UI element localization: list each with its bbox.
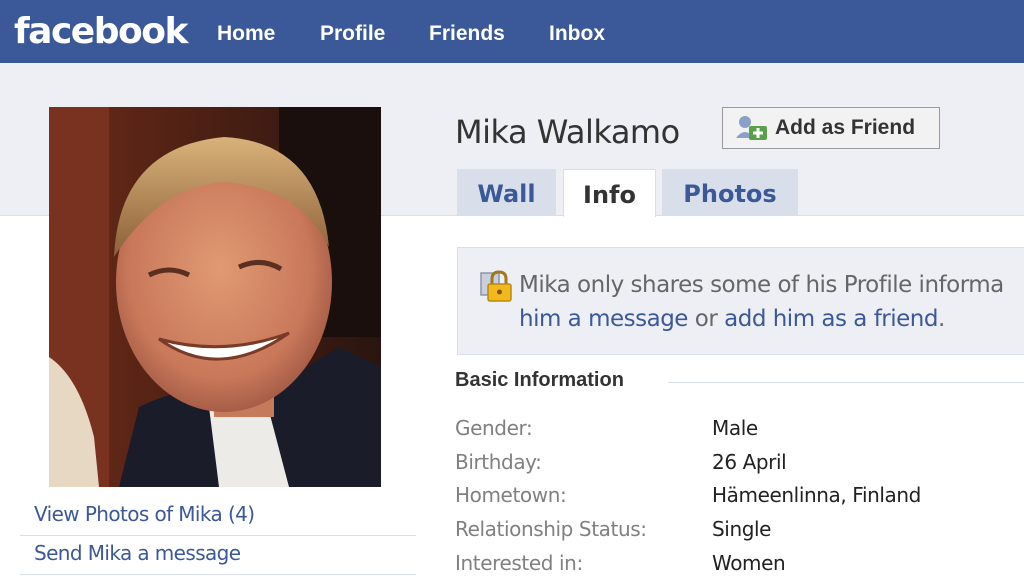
profile-actions: View Photos of Mika (4) Send Mika a mess… xyxy=(20,497,416,575)
privacy-notice: Mika only shares some of his Profile inf… xyxy=(457,247,1024,355)
tab-wall[interactable]: Wall xyxy=(457,169,556,216)
info-label: Gender: xyxy=(455,416,533,440)
profile-photo-image xyxy=(49,107,381,487)
notice-line-2: him a message or add him as a friend. xyxy=(519,306,945,332)
profile-name: Mika Walkamo xyxy=(455,113,680,151)
info-value: Male xyxy=(712,416,758,440)
info-label: Relationship Status: xyxy=(455,517,647,541)
nav-inbox[interactable]: Inbox xyxy=(549,20,605,48)
add-as-friend-label: Add as Friend xyxy=(775,116,916,139)
notice-text: Mika only shares some of his Profile inf… xyxy=(519,272,1004,298)
nav-friends[interactable]: Friends xyxy=(429,20,505,48)
nav-home[interactable]: Home xyxy=(217,20,275,48)
message-link[interactable]: him a message xyxy=(519,306,688,332)
basic-info-title: Basic Information xyxy=(455,369,624,391)
add-as-friend-button[interactable]: Add as Friend xyxy=(722,107,940,149)
profile-photo[interactable] xyxy=(49,107,381,487)
send-message-link[interactable]: Send Mika a message xyxy=(20,536,416,575)
tab-photos[interactable]: Photos xyxy=(662,169,798,216)
info-value: Hämeenlinna, Finland xyxy=(712,483,921,507)
add-friend-icon xyxy=(736,116,767,140)
section-divider xyxy=(668,382,1024,383)
notice-period: . xyxy=(937,306,945,332)
info-value: Single xyxy=(712,517,772,541)
info-value: Women xyxy=(712,551,786,575)
tab-info[interactable]: Info xyxy=(563,169,656,217)
add-friend-link[interactable]: add him as a friend xyxy=(724,306,938,332)
info-label: Birthday: xyxy=(455,450,542,474)
lock-icon xyxy=(480,270,512,302)
info-value: 26 April xyxy=(712,450,787,474)
view-photos-link[interactable]: View Photos of Mika (4) xyxy=(20,497,416,536)
top-nav-bar: facebook Home Profile Friends Inbox xyxy=(0,0,1024,63)
info-label: Interested in: xyxy=(455,551,583,575)
notice-connector: or xyxy=(687,306,725,332)
facebook-logo[interactable]: facebook xyxy=(14,10,188,54)
info-label: Hometown: xyxy=(455,483,567,507)
nav-profile[interactable]: Profile xyxy=(320,20,385,48)
